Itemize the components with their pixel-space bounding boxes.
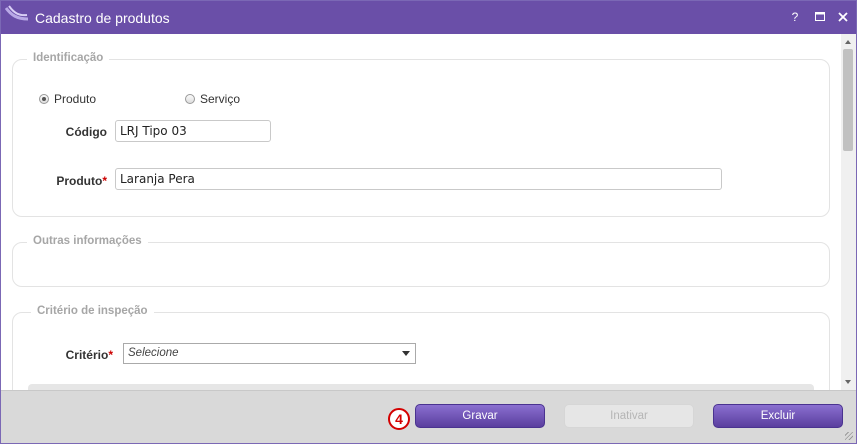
criterio-select-value: Selecione (128, 347, 179, 359)
codigo-label: Código (65, 125, 107, 139)
vertical-scrollbar[interactable] (841, 34, 856, 390)
window-title: Cadastro de produtos (35, 10, 170, 26)
identificacao-legend: Identificação (27, 52, 110, 64)
resize-grip-icon[interactable] (845, 432, 853, 440)
radio-produto-label: Produto (54, 92, 97, 106)
maximize-icon (815, 12, 825, 21)
radio-selected-icon (39, 94, 49, 104)
codigo-input[interactable]: LRJ Tipo 03 (115, 120, 271, 142)
radio-unselected-icon (185, 94, 195, 104)
step-badge: 4 (388, 408, 410, 430)
dialog-window: Cadastro de produtos ? Identificação Pro… (0, 0, 857, 444)
radio-produto[interactable]: Produto (39, 92, 96, 106)
footer-bar: 4 Gravar Inativar Excluir (1, 390, 856, 443)
help-button[interactable]: ? (787, 9, 803, 25)
excluir-button[interactable]: Excluir (713, 404, 843, 428)
close-button[interactable] (835, 9, 851, 25)
criterio-label-text: Critério (65, 348, 109, 362)
scroll-down-icon[interactable] (845, 380, 851, 384)
criterio-label: Critério* (53, 348, 113, 362)
required-mark: * (102, 174, 107, 188)
outras-legend: Outras informações (27, 235, 148, 247)
criterio-legend: Critério de inspeção (31, 305, 154, 317)
inativar-button[interactable]: Inativar (564, 404, 694, 428)
title-bar: Cadastro de produtos ? (1, 1, 856, 34)
close-icon (838, 12, 848, 22)
criterio-section: Critério de inspeção Critério* Selecione (12, 305, 830, 390)
form-content: Identificação Produto Serviço Código LRJ… (1, 34, 841, 390)
app-logo-icon (5, 5, 29, 21)
produto-label: Produto* (43, 174, 107, 188)
dropdown-arrow-icon (402, 351, 410, 356)
radio-servico[interactable]: Serviço (185, 92, 240, 106)
radio-servico-label: Serviço (200, 92, 241, 106)
identificacao-section: Identificação Produto Serviço Código LRJ… (12, 52, 830, 217)
maximize-button[interactable] (812, 9, 828, 25)
outras-informacoes-section: Outras informações (12, 235, 830, 287)
scroll-thumb[interactable] (843, 49, 853, 151)
gravar-button[interactable]: Gravar (415, 404, 545, 428)
scroll-up-icon[interactable] (845, 40, 851, 44)
criterio-select[interactable]: Selecione (123, 343, 416, 364)
produto-label-text: Produto (56, 174, 103, 188)
required-mark: * (108, 348, 113, 362)
produto-input[interactable]: Laranja Pera (115, 168, 722, 190)
